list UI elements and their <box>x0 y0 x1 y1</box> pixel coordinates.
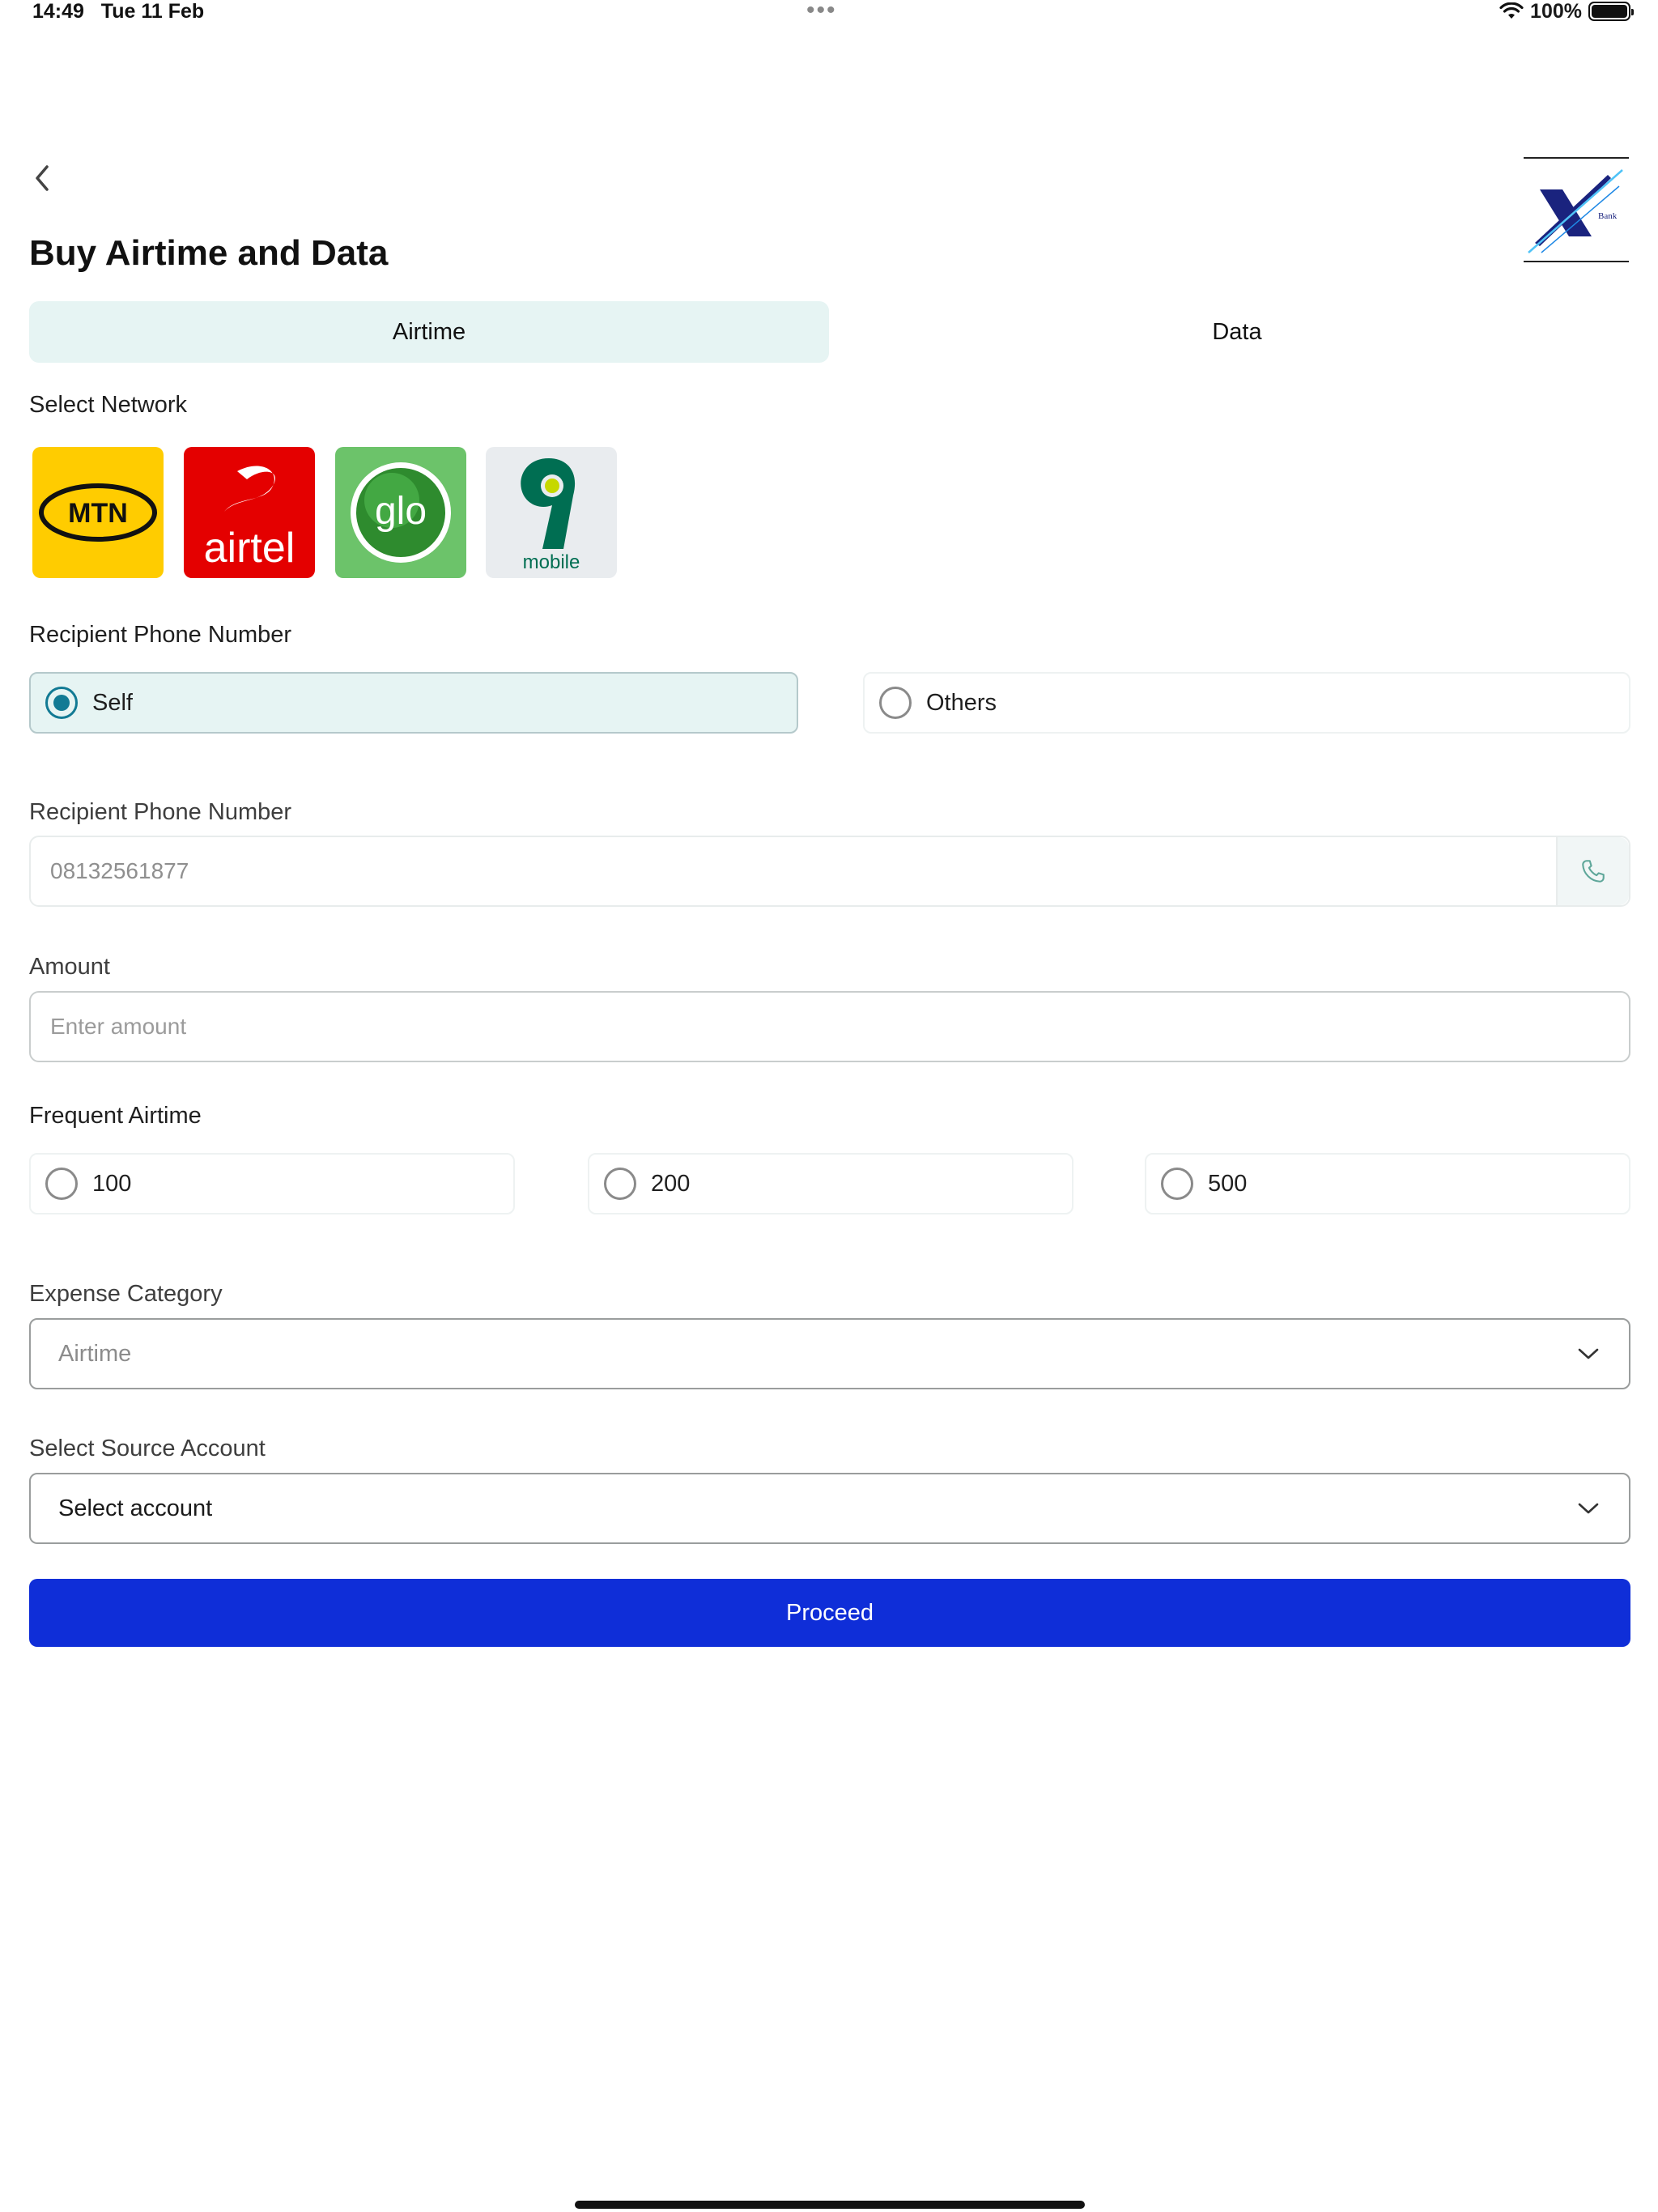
expense-category-value: Airtime <box>58 1340 132 1367</box>
recipient-phone-label: Recipient Phone Number <box>29 799 292 825</box>
proceed-button[interactable]: Proceed <box>29 1579 1630 1647</box>
select-network-label: Select Network <box>29 392 188 418</box>
mtn-logo-text: MTN <box>68 498 128 529</box>
battery-icon <box>1588 2 1634 21</box>
airtel-logo: airtel <box>184 447 315 578</box>
chevron-left-icon <box>36 165 49 191</box>
frequent-airtime-value: 200 <box>651 1170 691 1197</box>
network-9mobile[interactable]: mobile <box>486 447 617 578</box>
status-right: 100% <box>1499 0 1634 23</box>
amount-input[interactable] <box>29 991 1630 1062</box>
source-account-value: Select account <box>58 1495 213 1521</box>
mtn-logo: MTN <box>32 447 164 578</box>
9mobile-logo-text: mobile <box>523 551 580 573</box>
frequent-airtime-value: 100 <box>92 1170 132 1197</box>
radio-empty-icon <box>604 1168 636 1200</box>
network-mtn[interactable]: MTN <box>32 447 164 578</box>
airtel-logo-text: airtel <box>204 525 295 572</box>
page-title: Buy Airtime and Data <box>29 233 389 273</box>
network-glo[interactable]: glo <box>335 447 466 578</box>
frequent-airtime-option-200[interactable]: 200 <box>588 1153 1073 1214</box>
contact-picker-button[interactable] <box>1556 837 1629 905</box>
source-account-select[interactable]: Select account <box>29 1473 1630 1544</box>
recipient-self-label: Self <box>92 689 133 716</box>
battery-percent: 100% <box>1530 0 1582 23</box>
status-clock: 14:49 <box>32 0 84 23</box>
recipient-choice-label: Recipient Phone Number <box>29 622 292 648</box>
back-button[interactable] <box>29 162 57 194</box>
home-indicator[interactable] <box>575 2201 1085 2209</box>
status-date: Tue 11 Feb <box>100 0 205 23</box>
phone-icon <box>1582 860 1605 883</box>
chevron-down-icon <box>1578 1503 1599 1514</box>
9mobile-logo: mobile <box>486 447 617 578</box>
frequent-airtime-option-500[interactable]: 500 <box>1145 1153 1630 1214</box>
recipient-others-option[interactable]: Others <box>863 672 1630 734</box>
wifi-icon <box>1499 2 1524 19</box>
radio-selected-icon <box>45 687 78 719</box>
frequent-airtime-option-100[interactable]: 100 <box>29 1153 515 1214</box>
frequent-airtime-label: Frequent Airtime <box>29 1103 202 1129</box>
recipient-self-option[interactable]: Self <box>29 672 798 734</box>
expense-category-select[interactable]: Airtime <box>29 1318 1630 1389</box>
tab-data[interactable]: Data <box>837 301 1637 363</box>
recipient-phone-value[interactable]: 08132561877 <box>31 858 1556 884</box>
bank-logo: Bank <box>1524 157 1629 262</box>
multitasking-dots-icon[interactable]: ••• <box>806 0 837 23</box>
recipient-phone-field[interactable]: 08132561877 <box>29 836 1630 907</box>
status-time: 14:49 Tue 11 Feb <box>32 0 204 23</box>
recipient-others-label: Others <box>926 689 997 716</box>
chevron-down-icon <box>1578 1348 1599 1359</box>
radio-empty-icon <box>45 1168 78 1200</box>
logo-text: Bank <box>1598 211 1618 221</box>
glo-logo: glo <box>335 447 466 578</box>
radio-empty-icon <box>879 687 912 719</box>
tab-airtime[interactable]: Airtime <box>29 301 829 363</box>
frequent-airtime-value: 500 <box>1208 1170 1248 1197</box>
network-airtel[interactable]: airtel <box>184 447 315 578</box>
source-account-label: Select Source Account <box>29 1436 266 1461</box>
amount-label: Amount <box>29 954 110 980</box>
glo-logo-text: glo <box>375 490 427 533</box>
expense-category-label: Expense Category <box>29 1281 223 1307</box>
radio-empty-icon <box>1161 1168 1193 1200</box>
